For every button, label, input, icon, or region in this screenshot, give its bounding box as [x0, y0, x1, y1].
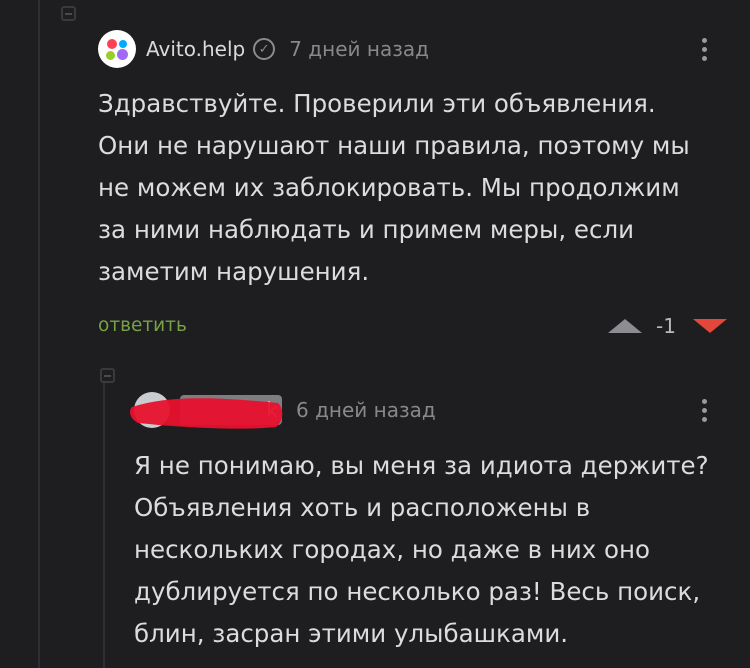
- avito-logo-avatar[interactable]: [98, 30, 136, 68]
- comment-text: Здравствуйте. Проверили эти объявления. …: [98, 89, 690, 286]
- reply-author-badge[interactable]: k: [180, 395, 282, 425]
- downvote-icon[interactable]: [693, 319, 727, 333]
- upvote-icon[interactable]: [608, 319, 642, 333]
- logo-dot-red: [107, 39, 117, 49]
- more-options-icon[interactable]: [702, 38, 708, 65]
- logo-dot-green: [106, 51, 115, 60]
- reply-header: k 6 дней назад: [134, 392, 436, 428]
- thread-line-inner: [103, 380, 105, 668]
- comment-author[interactable]: Avito.help: [146, 37, 245, 61]
- comment-header: Avito.help ✓ 7 дней назад: [98, 30, 429, 68]
- thread-line-outer: [38, 0, 40, 668]
- comment-time[interactable]: 7 дней назад: [289, 37, 429, 61]
- logo-dot-blue: [119, 40, 127, 48]
- reply-more-options-icon[interactable]: [702, 399, 708, 426]
- collapse-reply-button[interactable]: [100, 368, 115, 383]
- reply-text: Я не понимаю, вы меня за идиота держите?…: [134, 451, 709, 648]
- reply-author: k: [266, 398, 278, 422]
- reply-time[interactable]: 6 дней назад: [296, 398, 436, 422]
- logo-dot-purple: [117, 49, 128, 60]
- collapse-thread-button[interactable]: [61, 6, 76, 21]
- reply-button[interactable]: ответить: [98, 315, 187, 336]
- verified-check-icon: ✓: [253, 38, 276, 60]
- user-avatar[interactable]: [134, 392, 170, 428]
- comment-rating: -1: [656, 314, 676, 338]
